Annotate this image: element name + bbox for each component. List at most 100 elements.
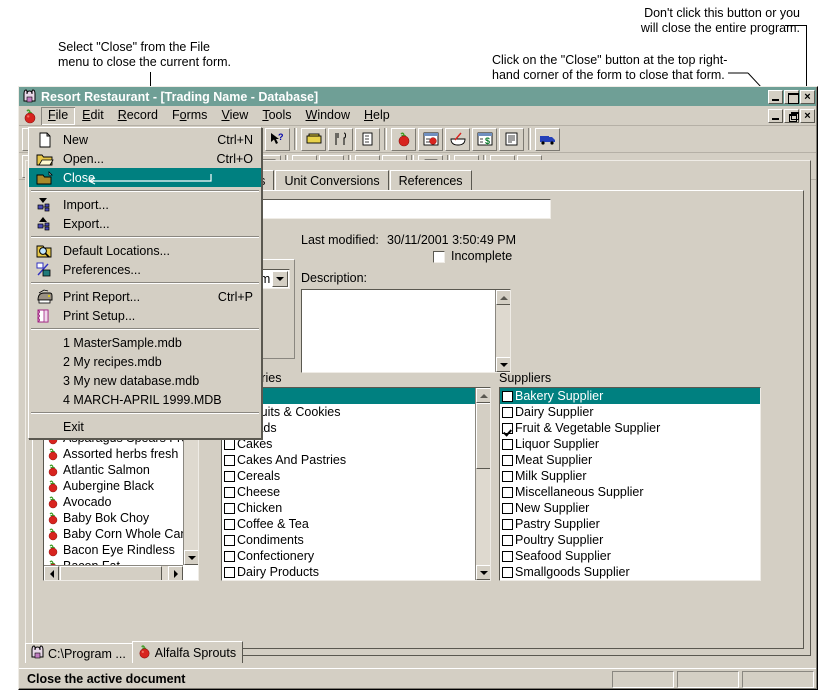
checkbox-icon[interactable] — [502, 422, 513, 434]
incomplete-checkbox[interactable] — [433, 251, 445, 263]
menus-button[interactable] — [328, 127, 353, 151]
ingredients-hscrollbar[interactable] — [44, 565, 183, 580]
scroll-thumb[interactable] — [60, 566, 162, 580]
menu-item-print-report[interactable]: Print Report... Ctrl+P — [29, 287, 261, 306]
maximize-button[interactable] — [784, 89, 799, 104]
menu-item-export[interactable]: Export... — [29, 214, 261, 233]
menu-item-mru-1[interactable]: 1 MasterSample.mdb — [29, 333, 261, 352]
scroll-left-button[interactable] — [44, 566, 59, 580]
list-item[interactable]: Baby Corn Whole Cann — [44, 526, 183, 542]
scroll-track[interactable] — [496, 305, 510, 357]
list-item[interactable]: Confectionery — [222, 548, 475, 564]
scroll-down-button[interactable] — [496, 357, 510, 372]
menu-item-print-setup[interactable]: Print Setup... — [29, 306, 261, 325]
close-button[interactable]: × — [800, 89, 815, 104]
checkbox-icon[interactable] — [502, 438, 513, 450]
checkbox-icon[interactable] — [502, 454, 513, 466]
list-item[interactable]: Seafood Supplier — [500, 548, 760, 564]
checkbox-icon[interactable] — [224, 502, 235, 514]
list-item[interactable]: Fruit & Vegetable Supplier — [500, 420, 760, 436]
storage-button[interactable] — [301, 127, 326, 151]
menu-item-open[interactable]: Open... Ctrl+O — [29, 149, 261, 168]
suppliers-listbox[interactable]: Bakery Supplier Dairy Supplier Fruit & V… — [499, 387, 761, 581]
list-item[interactable]: Meat Supplier — [500, 452, 760, 468]
menu-help[interactable]: Help — [357, 107, 397, 125]
menu-item-mru-3[interactable]: 3 My new database.mdb — [29, 371, 261, 390]
categories-vscrollbar[interactable] — [475, 388, 490, 580]
menu-item-mru-4[interactable]: 4 MARCH-APRIL 1999.MDB — [29, 390, 261, 409]
scroll-up-button[interactable] — [476, 388, 490, 403]
menu-tools[interactable]: Tools — [255, 107, 298, 125]
menu-record[interactable]: Record — [111, 107, 165, 125]
costing-button[interactable]: $ — [472, 127, 497, 151]
tab-references[interactable]: References — [389, 170, 472, 191]
checkbox-icon[interactable] — [502, 518, 513, 530]
menu-window[interactable]: Window — [299, 107, 357, 125]
checkbox-icon[interactable] — [502, 406, 513, 418]
scroll-down-button[interactable] — [476, 565, 490, 580]
minimize-button[interactable] — [768, 89, 783, 104]
checkbox-icon[interactable] — [224, 486, 235, 498]
menu-item-new[interactable]: New Ctrl+N — [29, 130, 261, 149]
scroll-up-button[interactable] — [496, 290, 510, 305]
checkbox-icon[interactable] — [502, 534, 513, 546]
checkbox-icon[interactable] — [502, 470, 513, 482]
list-item[interactable]: Poultry Supplier — [500, 532, 760, 548]
checkbox-icon[interactable] — [224, 454, 235, 466]
list-item[interactable]: Atlantic Salmon — [44, 462, 183, 478]
tomato-icon[interactable] — [22, 108, 38, 124]
checkbox-icon[interactable] — [224, 550, 235, 562]
checkbox-icon[interactable] — [224, 534, 235, 546]
description-textarea[interactable] — [301, 289, 511, 373]
doc-tab-alfalfa-sprouts[interactable]: Alfalfa Sprouts — [131, 641, 244, 663]
list-item[interactable]: Cereals — [222, 468, 475, 484]
list-item[interactable]: Coffee & Tea — [222, 516, 475, 532]
checkbox-icon[interactable] — [502, 390, 513, 402]
list-item[interactable]: Bacon Fat — [44, 558, 183, 565]
list-item[interactable]: Condiments — [222, 532, 475, 548]
list-item[interactable]: Pastry Supplier — [500, 516, 760, 532]
list-item[interactable]: Liquor Supplier — [500, 436, 760, 452]
list-item[interactable]: Avocado — [44, 494, 183, 510]
list-item[interactable]: Bakery Supplier — [500, 388, 760, 404]
checkbox-icon[interactable] — [224, 518, 235, 530]
menu-item-default-locations[interactable]: Default Locations... — [29, 241, 261, 260]
list-item[interactable]: Assorted herbs fresh — [44, 446, 183, 462]
ingredients-button[interactable] — [391, 127, 416, 151]
recipes-button[interactable] — [418, 127, 443, 151]
report-button[interactable] — [499, 127, 524, 151]
list-item[interactable]: Cheese — [222, 484, 475, 500]
mdi-restore-button[interactable] — [784, 108, 799, 123]
list-item[interactable]: Dairy Products — [222, 564, 475, 580]
list-item[interactable]: Chicken — [222, 500, 475, 516]
menu-item-exit[interactable]: Exit — [29, 417, 261, 436]
list-item[interactable]: Aubergine Black — [44, 478, 183, 494]
measures-button[interactable] — [355, 127, 380, 151]
menu-item-preferences[interactable]: Preferences... — [29, 260, 261, 279]
checkbox-icon[interactable] — [502, 550, 513, 562]
mdi-minimize-button[interactable] — [768, 108, 783, 123]
checkbox-icon[interactable] — [224, 438, 235, 450]
checkbox-icon[interactable] — [502, 486, 513, 498]
scroll-right-button[interactable] — [168, 566, 183, 580]
scroll-down-button[interactable] — [184, 550, 198, 565]
prep-button[interactable] — [445, 127, 470, 151]
context-help-button[interactable]: ? — [265, 127, 290, 151]
chevron-down-icon[interactable] — [272, 271, 288, 287]
checkbox-icon[interactable] — [224, 566, 235, 578]
menu-forms[interactable]: Forms — [165, 107, 214, 125]
checkbox-icon[interactable] — [502, 566, 513, 578]
list-item[interactable]: Milk Supplier — [500, 468, 760, 484]
mdi-close-button[interactable]: × — [800, 108, 815, 123]
list-item[interactable]: Smallgoods Supplier — [500, 564, 760, 580]
description-scrollbar[interactable] — [495, 290, 510, 372]
list-item[interactable]: Miscellaneous Supplier — [500, 484, 760, 500]
doc-tab-database[interactable]: C:\Program ... — [25, 643, 133, 663]
checkbox-icon[interactable] — [224, 470, 235, 482]
checkbox-icon[interactable] — [502, 502, 513, 514]
list-item[interactable]: New Supplier — [500, 500, 760, 516]
delivery-button[interactable] — [535, 127, 560, 151]
scroll-thumb[interactable] — [476, 403, 490, 469]
list-item[interactable]: Baby Bok Choy — [44, 510, 183, 526]
list-item[interactable]: Bacon Eye Rindless — [44, 542, 183, 558]
